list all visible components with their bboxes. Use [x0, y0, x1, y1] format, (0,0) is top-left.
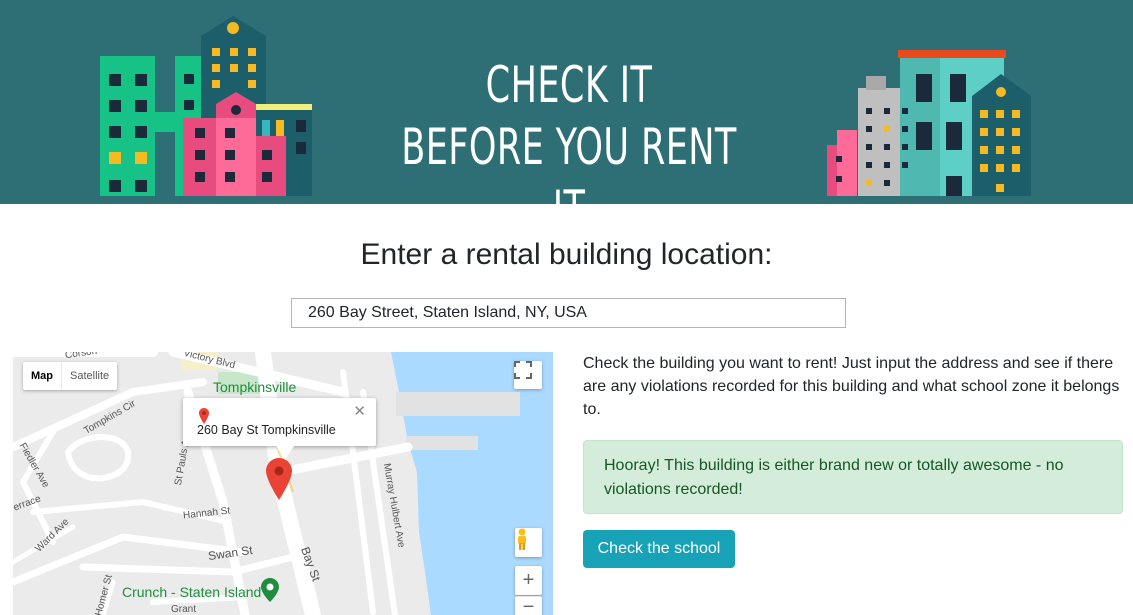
page-title: Enter a rental building location: — [360, 238, 773, 271]
map-type-control: Map Satellite — [23, 362, 118, 390]
map-label-crunch: Crunch - Staten Island — [122, 584, 262, 600]
map-label-tompkinsville: Tompkinsville — [213, 379, 297, 395]
check-school-button[interactable]: Check the school — [583, 530, 735, 568]
location-marker-icon[interactable] — [266, 458, 292, 500]
info-window-title: 260 Bay St Tompkinsville — [197, 423, 336, 437]
description-text: Check the building you want to rent! Jus… — [583, 355, 1120, 418]
gym-pin-icon[interactable] — [261, 578, 279, 602]
fullscreen-button[interactable] — [514, 361, 542, 389]
zoom-in-button[interactable]: + — [515, 566, 542, 595]
map-view[interactable]: Corson Victory Blvd Tompkins Cir Fiedler… — [13, 352, 553, 615]
city-illustration-right — [827, 50, 1031, 196]
fullscreen-icon — [514, 361, 532, 379]
banner-title-line-1: CHECK IT — [485, 56, 653, 114]
info-pin-icon — [199, 408, 209, 424]
map-info-window: 260 Bay St Tompkinsville ✕ — [183, 398, 376, 446]
banner-title-line-2: BEFORE YOU RENT IT — [401, 118, 737, 204]
zoom-out-button[interactable]: − — [515, 596, 542, 615]
map-type-satellite-button[interactable]: Satellite — [61, 362, 117, 390]
header-banner: CHECK IT BEFORE YOU RENT IT — [0, 0, 1133, 204]
address-input[interactable] — [291, 298, 846, 328]
success-alert: Hooray! This building is either brand ne… — [583, 440, 1123, 514]
banner-title: CHECK IT BEFORE YOU RENT IT — [383, 54, 756, 204]
city-illustration-left — [100, 16, 312, 196]
street-view-button[interactable] — [515, 528, 542, 557]
info-window-tail — [276, 446, 294, 460]
map-type-map-button[interactable]: Map — [23, 362, 61, 390]
pegman-icon — [518, 528, 526, 550]
close-icon[interactable]: ✕ — [353, 402, 366, 420]
map-label-grant: Grant — [171, 604, 197, 615]
